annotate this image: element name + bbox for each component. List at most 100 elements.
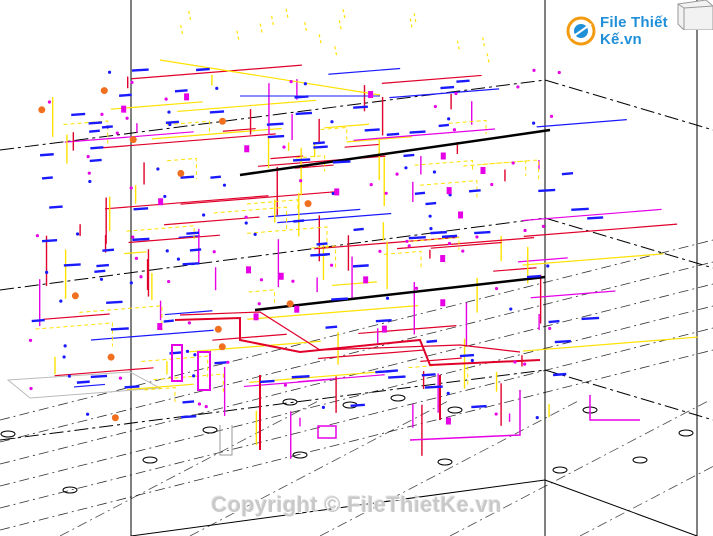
fixture-dot bbox=[253, 232, 257, 237]
pipe-run bbox=[54, 367, 154, 377]
fixture-dash bbox=[440, 85, 455, 90]
fixture-dash bbox=[180, 415, 197, 419]
fixture-dash bbox=[408, 235, 426, 240]
fixture-box bbox=[440, 152, 446, 160]
fixture-dot bbox=[28, 338, 33, 342]
fixture-dash bbox=[295, 111, 313, 116]
fixture-dash bbox=[474, 230, 491, 235]
fixture-dash bbox=[459, 353, 475, 358]
fixture-dash bbox=[313, 145, 328, 149]
pipe-outline bbox=[213, 206, 288, 232]
fixture-dot bbox=[129, 281, 133, 285]
fixture-dot bbox=[283, 383, 288, 387]
fixture-dash bbox=[49, 205, 63, 209]
fixture-dash bbox=[292, 158, 311, 162]
grid-marker bbox=[632, 456, 648, 464]
pipe-run bbox=[517, 257, 568, 263]
fixture-dash bbox=[132, 237, 150, 242]
pipe-run bbox=[344, 143, 379, 148]
fixture-dash bbox=[441, 234, 458, 239]
fixture-orange bbox=[129, 136, 137, 144]
fixture-dash bbox=[291, 375, 310, 379]
fixture-dot bbox=[475, 235, 479, 239]
fixture-dash bbox=[561, 172, 574, 176]
pipe-run bbox=[42, 313, 110, 320]
fixture-dash bbox=[421, 373, 436, 377]
roof-dash bbox=[334, 46, 338, 57]
fixture-box bbox=[278, 272, 284, 280]
fixture-dot bbox=[63, 344, 67, 348]
fixture-dot bbox=[541, 224, 546, 228]
roof-dash bbox=[338, 20, 342, 31]
fixture-dash bbox=[375, 369, 391, 374]
roof-dash bbox=[188, 10, 192, 22]
pipe-run bbox=[243, 378, 332, 388]
fixture-box bbox=[294, 305, 300, 313]
fixture-dash bbox=[41, 239, 58, 243]
fixture-orange bbox=[100, 87, 108, 95]
fixture-dash bbox=[425, 201, 437, 206]
fixture-dot bbox=[115, 131, 119, 135]
fixture-box bbox=[446, 187, 452, 195]
fixture-orange bbox=[218, 343, 226, 351]
fixture-dash bbox=[94, 269, 106, 274]
pipe-run bbox=[522, 336, 698, 352]
fixture-dash bbox=[430, 230, 447, 235]
fixture-dot bbox=[405, 239, 409, 243]
fixture-dot bbox=[321, 405, 325, 409]
fixture-dot bbox=[447, 241, 452, 246]
fixture-dot bbox=[35, 234, 39, 238]
fixture-dot bbox=[62, 355, 66, 359]
fixture-dash bbox=[364, 128, 380, 132]
fixture-dash bbox=[189, 248, 202, 252]
fixture-dot bbox=[282, 145, 286, 149]
roof-dash bbox=[318, 34, 322, 45]
fixture-dash bbox=[388, 375, 406, 379]
roof-dash bbox=[180, 25, 184, 36]
fixture-orange bbox=[218, 117, 226, 125]
fixture-dot bbox=[259, 278, 264, 282]
fixture-dot bbox=[139, 275, 143, 279]
fixture-dot bbox=[432, 170, 437, 174]
fixture-dot bbox=[85, 412, 90, 416]
fixture-dot bbox=[156, 167, 160, 171]
fixture-dot bbox=[513, 360, 517, 364]
fixture-dot bbox=[299, 179, 303, 183]
fixture-dash bbox=[210, 175, 222, 179]
cad-window: FR File Thiết Kế.vn Copyright © FileThie… bbox=[0, 0, 713, 536]
fixture-dash bbox=[119, 93, 132, 97]
pipe-outline bbox=[153, 373, 224, 394]
fixture-dash bbox=[409, 130, 426, 134]
fixture-dash bbox=[71, 112, 86, 117]
pipe-run bbox=[396, 237, 535, 250]
grid-marker bbox=[282, 398, 298, 406]
fixture-dot bbox=[88, 179, 92, 184]
pipe-run bbox=[358, 325, 457, 335]
fixture-dot bbox=[130, 80, 134, 84]
fixture-dot bbox=[557, 70, 561, 75]
fixture-dot bbox=[45, 270, 49, 275]
fixture-dot bbox=[222, 183, 227, 187]
model-viewport[interactable] bbox=[0, 0, 713, 536]
fixture-dash bbox=[124, 385, 140, 389]
grid-marker bbox=[678, 429, 694, 437]
fixture-dash bbox=[438, 123, 450, 128]
grid-axis bbox=[0, 261, 713, 443]
fixture-box bbox=[445, 417, 451, 425]
fixture-box bbox=[244, 145, 250, 153]
fixture-box bbox=[363, 276, 369, 284]
fixture-dash bbox=[352, 264, 369, 268]
fixture-dot bbox=[523, 228, 527, 233]
fixture-dot bbox=[202, 213, 206, 217]
fixture-dot bbox=[446, 391, 450, 395]
fixture-orange bbox=[38, 106, 46, 114]
fixture-dot bbox=[289, 80, 293, 84]
fixture-dot bbox=[330, 120, 334, 124]
fixture-dot bbox=[385, 296, 390, 300]
fixture-dot bbox=[67, 374, 71, 378]
fixture-box bbox=[158, 198, 164, 206]
fixture-dot bbox=[535, 416, 539, 420]
grid-marker bbox=[437, 458, 453, 466]
grid-marker bbox=[552, 466, 568, 474]
pipe-outline bbox=[79, 305, 163, 331]
